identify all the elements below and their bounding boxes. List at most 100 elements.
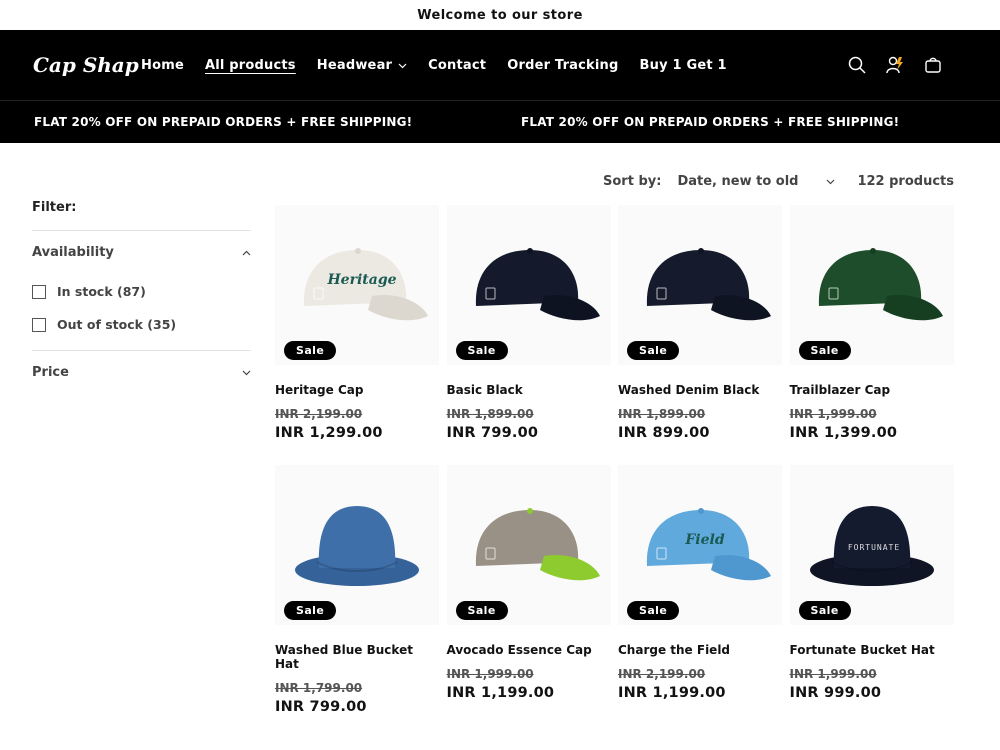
main-nav: Home All products Headwear Contact Order… bbox=[141, 58, 748, 73]
sale-badge: Sale bbox=[798, 341, 851, 360]
sale-badge: Sale bbox=[284, 601, 337, 620]
nav-all-products[interactable]: All products bbox=[205, 58, 296, 73]
out-of-stock-label: Out of stock (35) bbox=[57, 317, 177, 332]
product-count: 122 products bbox=[857, 174, 954, 189]
product-old-price: INR 1,999.00 bbox=[446, 667, 534, 681]
cap-image: Heritage bbox=[282, 228, 432, 342]
availability-label: Availability bbox=[32, 245, 114, 260]
site-header: Cap Shap Home All products Headwear Cont… bbox=[0, 30, 1000, 100]
product-old-price: INR 1,999.00 bbox=[789, 667, 877, 681]
product-image[interactable]: Sale bbox=[446, 205, 611, 365]
product-price: INR 999.00 bbox=[789, 685, 882, 701]
svg-text:FORTUNATE: FORTUNATE bbox=[847, 543, 899, 552]
sale-badge: Sale bbox=[455, 601, 508, 620]
product-image[interactable]: Field Sale bbox=[618, 465, 782, 625]
svg-text:Field: Field bbox=[684, 532, 724, 548]
out-of-stock-option[interactable]: Out of stock (35) bbox=[32, 317, 251, 332]
nav-all-products-label: All products bbox=[204, 57, 296, 73]
availability-options: In stock (87) Out of stock (35) bbox=[32, 284, 251, 332]
product-image[interactable]: Sale bbox=[275, 465, 439, 625]
product-title[interactable]: Fortunate Bucket Hat bbox=[790, 643, 954, 657]
availability-toggle[interactable]: Availability bbox=[32, 245, 251, 260]
nav-buy1get1-label: Buy 1 Get 1 bbox=[639, 57, 727, 73]
announcement-text: Welcome to our store bbox=[417, 7, 583, 23]
nav-contact[interactable]: Contact bbox=[428, 58, 486, 73]
sale-badge: Sale bbox=[627, 341, 680, 360]
sort-bar: Sort by: Date, new to old 122 products bbox=[603, 174, 954, 189]
product-old-price: INR 1,799.00 bbox=[275, 681, 363, 695]
product-grid: Heritage Sale Heritage Cap INR 2,199.00 … bbox=[275, 205, 957, 725]
product-title[interactable]: Avocado Essence Cap bbox=[447, 643, 611, 657]
cart-icon[interactable] bbox=[914, 46, 952, 84]
product-image[interactable]: Sale bbox=[618, 205, 782, 365]
nav-home[interactable]: Home bbox=[141, 58, 184, 73]
product-card[interactable]: Sale Basic Black INR 1,899.00 INR 799.00 bbox=[446, 205, 611, 465]
filter-sidebar: Filter: Availability In stock (87) Out o… bbox=[32, 200, 251, 380]
cap-image: Field bbox=[625, 488, 775, 602]
product-title[interactable]: Basic Black bbox=[447, 383, 611, 397]
nav-headwear[interactable]: Headwear bbox=[317, 58, 407, 73]
sort-value: Date, new to old bbox=[677, 174, 799, 189]
cap-image bbox=[454, 488, 604, 602]
product-card[interactable]: Sale Avocado Essence Cap INR 1,999.00 IN… bbox=[446, 465, 611, 725]
product-price: INR 1,399.00 bbox=[789, 425, 898, 441]
product-price: INR 899.00 bbox=[618, 425, 710, 441]
nav-headwear-label: Headwear bbox=[316, 57, 393, 73]
cap-image bbox=[797, 228, 947, 342]
product-price: INR 1,199.00 bbox=[446, 685, 555, 701]
announcement-bar: Welcome to our store bbox=[0, 0, 1000, 30]
in-stock-option[interactable]: In stock (87) bbox=[32, 284, 251, 299]
product-image[interactable]: Sale bbox=[446, 465, 611, 625]
divider bbox=[32, 350, 251, 351]
account-icon[interactable] bbox=[876, 46, 914, 84]
product-card[interactable]: Sale Washed Denim Black INR 1,899.00 INR… bbox=[618, 205, 782, 465]
sale-badge: Sale bbox=[627, 601, 680, 620]
cap-image bbox=[454, 228, 604, 342]
svg-text:Heritage: Heritage bbox=[326, 272, 396, 288]
search-icon[interactable] bbox=[838, 46, 876, 84]
product-price: INR 799.00 bbox=[446, 425, 539, 441]
nav-home-label: Home bbox=[141, 57, 184, 73]
chevron-down-icon bbox=[242, 370, 251, 375]
product-title[interactable]: Washed Blue Bucket Hat bbox=[275, 643, 439, 671]
product-card[interactable]: Field Sale Charge the Field INR 2,199.00… bbox=[618, 465, 782, 725]
filter-title: Filter: bbox=[32, 200, 77, 215]
out-of-stock-checkbox[interactable] bbox=[32, 317, 46, 332]
product-old-price: INR 1,899.00 bbox=[446, 407, 534, 421]
product-title[interactable]: Washed Denim Black bbox=[618, 383, 782, 397]
product-image[interactable]: FORTUNATE Sale bbox=[789, 465, 954, 625]
product-image[interactable]: Sale bbox=[789, 205, 954, 365]
price-toggle[interactable]: Price bbox=[32, 365, 251, 380]
bucket-hat-image bbox=[287, 488, 427, 602]
header-icons bbox=[838, 30, 952, 100]
cap-image bbox=[625, 228, 775, 342]
sale-badge: Sale bbox=[284, 341, 337, 360]
product-old-price: INR 2,199.00 bbox=[618, 667, 706, 681]
promo-text-left: FLAT 20% OFF ON PREPAID ORDERS + FREE SH… bbox=[34, 115, 413, 129]
product-price: INR 1,299.00 bbox=[275, 425, 383, 441]
chevron-down-icon bbox=[398, 58, 407, 73]
product-price: INR 799.00 bbox=[275, 699, 367, 715]
product-old-price: INR 2,199.00 bbox=[275, 407, 363, 421]
sort-select[interactable]: Date, new to old bbox=[677, 174, 835, 189]
product-card[interactable]: Heritage Sale Heritage Cap INR 2,199.00 … bbox=[275, 205, 439, 465]
store-logo[interactable]: Cap Shap bbox=[33, 53, 141, 77]
chevron-up-icon bbox=[242, 250, 251, 255]
bucket-hat-image: FORTUNATE bbox=[802, 488, 942, 602]
sale-badge: Sale bbox=[455, 341, 508, 360]
product-image[interactable]: Heritage Sale bbox=[275, 205, 439, 365]
sort-label: Sort by: bbox=[603, 174, 662, 189]
product-card[interactable]: FORTUNATE Sale Fortunate Bucket Hat INR … bbox=[789, 465, 954, 725]
nav-buy1get1[interactable]: Buy 1 Get 1 bbox=[640, 58, 727, 73]
in-stock-checkbox[interactable] bbox=[32, 284, 46, 299]
product-old-price: INR 1,999.00 bbox=[789, 407, 877, 421]
product-card[interactable]: Sale Washed Blue Bucket Hat INR 1,799.00… bbox=[275, 465, 439, 725]
in-stock-label: In stock (87) bbox=[57, 284, 146, 299]
nav-order-tracking[interactable]: Order Tracking bbox=[507, 58, 618, 73]
divider bbox=[32, 230, 251, 231]
product-old-price: INR 1,899.00 bbox=[618, 407, 706, 421]
product-title[interactable]: Heritage Cap bbox=[275, 383, 439, 397]
product-card[interactable]: Sale Trailblazer Cap INR 1,999.00 INR 1,… bbox=[789, 205, 954, 465]
product-title[interactable]: Trailblazer Cap bbox=[790, 383, 954, 397]
product-title[interactable]: Charge the Field bbox=[618, 643, 782, 657]
